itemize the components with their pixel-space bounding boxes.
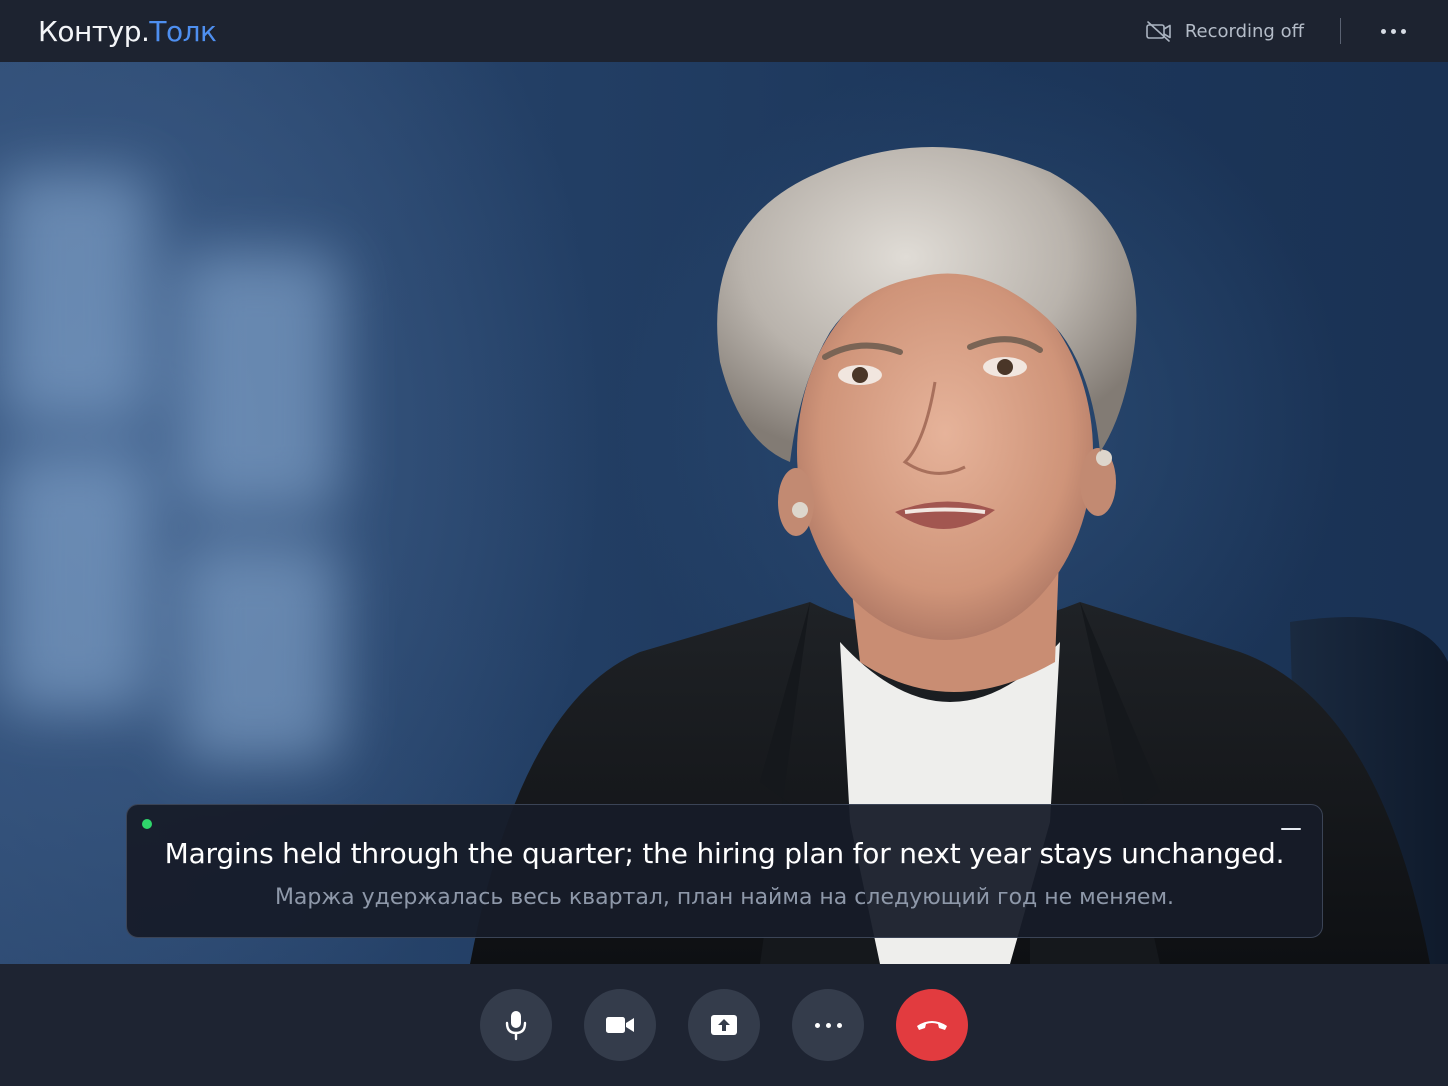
- recording-status-button[interactable]: Recording off: [1145, 20, 1304, 42]
- more-options-button[interactable]: [792, 989, 864, 1061]
- camera-off-icon: [1145, 20, 1173, 42]
- caption-original-text: Margins held through the quarter; the hi…: [164, 837, 1285, 870]
- more-horizontal-icon-dot: [1391, 28, 1396, 34]
- caption-translation-text: Маржа удержалась весь квартал, план найм…: [274, 885, 1175, 910]
- video-camera-icon: [604, 1014, 636, 1036]
- live-captions-panel: Margins held through the quarter; the hi…: [126, 804, 1323, 938]
- more-horizontal-icon-dot: [1401, 28, 1406, 34]
- live-indicator-dot: [142, 819, 152, 829]
- more-menu-button[interactable]: [1377, 21, 1410, 42]
- app-logo: Контур. Толк: [38, 14, 217, 48]
- top-bar-actions: Recording off: [1145, 0, 1410, 62]
- brand-accent: Толк: [149, 14, 217, 48]
- camera-button[interactable]: [584, 989, 656, 1061]
- brand-name: Контур: [38, 14, 141, 48]
- header-divider: [1340, 18, 1341, 44]
- share-screen-icon: [709, 1012, 739, 1038]
- call-controls-bar: [0, 964, 1448, 1086]
- microphone-button[interactable]: [480, 989, 552, 1061]
- more-horizontal-icon: [814, 1022, 842, 1028]
- microphone-icon: [503, 1009, 529, 1041]
- share-screen-button[interactable]: [688, 989, 760, 1061]
- recording-status-label: Recording off: [1184, 20, 1304, 42]
- hang-up-icon: [915, 1016, 949, 1034]
- end-call-button[interactable]: [896, 989, 968, 1061]
- more-horizontal-icon-dot: [1381, 28, 1386, 34]
- top-bar: Контур. Толк Recording off: [0, 0, 1448, 62]
